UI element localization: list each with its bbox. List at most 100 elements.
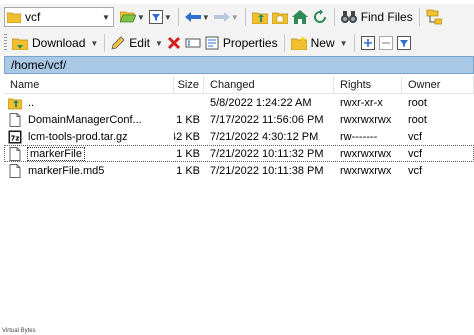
- find-files-label: Find Files: [360, 10, 413, 24]
- filter-icon: [148, 10, 163, 24]
- open-folder-button[interactable]: ▼: [118, 6, 147, 28]
- root-folder-icon: [271, 12, 288, 24]
- rename-icon: [185, 38, 201, 48]
- properties-icon: [205, 36, 219, 50]
- select-button[interactable]: [359, 32, 377, 54]
- file-changed: 7/21/2022 4:30:12 PM: [210, 130, 319, 143]
- home-icon: [291, 10, 308, 24]
- download-button[interactable]: Download ▼: [10, 32, 100, 54]
- file-name: markerFile.md5: [28, 164, 105, 177]
- file-size: [174, 94, 204, 111]
- edit-icon: [111, 36, 125, 50]
- file-name-cell: DomainManagerConf...: [4, 111, 174, 128]
- home-directory-button[interactable]: [290, 6, 310, 28]
- download-icon: [12, 38, 28, 50]
- chevron-down-icon[interactable]: ▼: [202, 13, 210, 22]
- file-name: markerFile: [27, 146, 85, 161]
- file-changed: 7/21/2022 10:11:32 PM: [210, 147, 324, 160]
- file-owner: vcf: [408, 130, 423, 143]
- file-changed: 7/21/2022 10:11:38 PM: [210, 164, 324, 177]
- folder-icon: [7, 12, 21, 23]
- file-icon: [9, 112, 21, 127]
- current-path-bar[interactable]: /home/vcf/: [4, 56, 474, 74]
- separator: [353, 34, 355, 52]
- separator: [104, 34, 106, 52]
- separator: [333, 8, 335, 26]
- file-row[interactable]: .. 5/8/2022 1:24:22 AM rwxr-xr-x root: [4, 94, 474, 111]
- file-rights: rwxrwxrwx: [340, 113, 392, 126]
- forward-button[interactable]: ▼: [212, 6, 241, 28]
- rename-button[interactable]: [183, 32, 203, 54]
- file-name-cell: markerFile: [4, 145, 174, 162]
- file-icon: [9, 163, 21, 178]
- file-size: 1 KB: [176, 113, 200, 126]
- file-name: lcm-tools-prod.tar.gz: [28, 130, 128, 143]
- properties-button[interactable]: Properties: [203, 32, 280, 54]
- separator: [177, 8, 179, 26]
- filter-button[interactable]: ▼: [147, 6, 174, 28]
- filter-box-icon: [396, 36, 411, 50]
- path-combo[interactable]: vcf ▼: [4, 7, 114, 27]
- filter-select-button[interactable]: [395, 32, 413, 54]
- properties-label: Properties: [222, 36, 278, 50]
- separator: [418, 8, 420, 26]
- tree-view-button[interactable]: [424, 6, 444, 28]
- delete-icon: [167, 36, 180, 50]
- delete-button[interactable]: [165, 32, 183, 54]
- chevron-down-icon[interactable]: ▼: [90, 39, 98, 48]
- toolbar-grip[interactable]: [4, 34, 7, 52]
- file-changed: 7/17/2022 11:56:06 PM: [210, 113, 324, 126]
- column-header-owner[interactable]: Owner: [402, 76, 474, 94]
- chevron-down-icon[interactable]: ▼: [231, 13, 239, 22]
- file-row[interactable]: DomainManagerConf... 1 KB 7/17/2022 11:5…: [4, 111, 474, 128]
- back-button[interactable]: ▼: [183, 6, 212, 28]
- parent-directory-button[interactable]: [250, 6, 270, 28]
- file-rights: rw-------: [340, 130, 378, 143]
- binoculars-icon: [340, 11, 357, 23]
- arrow-left-icon: [184, 12, 201, 22]
- current-path: /home/vcf/: [11, 58, 67, 72]
- edit-label: Edit: [129, 36, 150, 50]
- file-name-cell: ..: [4, 94, 174, 111]
- separator: [283, 34, 285, 52]
- tree-view-icon: [426, 9, 442, 25]
- arrow-right-icon: [213, 12, 230, 22]
- column-header-name[interactable]: Name: [4, 76, 174, 94]
- file-owner: vcf: [408, 164, 423, 177]
- column-header-size[interactable]: Size: [174, 76, 204, 94]
- chevron-down-icon[interactable]: ▼: [99, 8, 113, 26]
- status-bar-text: Virtual Bytes: [2, 328, 36, 334]
- minus-box-icon: [378, 36, 393, 50]
- parent-folder-icon: [8, 98, 22, 109]
- navigation-toolbar: vcf ▼ ▼ ▼ ▼ ▼ Find Files: [0, 4, 474, 30]
- file-row[interactable]: markerFile.md5 1 KB 7/21/2022 10:11:38 P…: [4, 162, 474, 179]
- file-row[interactable]: 7z lcm-tools-prod.tar.gz 300,642 KB 7/21…: [4, 128, 474, 145]
- file-name: DomainManagerConf...: [28, 113, 142, 126]
- file-name-cell: 7z lcm-tools-prod.tar.gz: [4, 128, 174, 145]
- column-header-changed[interactable]: Changed: [204, 76, 334, 94]
- chevron-down-icon[interactable]: ▼: [137, 13, 145, 22]
- file-row-selected[interactable]: markerFile 1 KB 7/21/2022 10:11:32 PM rw…: [4, 145, 474, 162]
- file-size: 1 KB: [176, 164, 200, 177]
- chevron-down-icon[interactable]: ▼: [340, 39, 348, 48]
- find-files-button[interactable]: Find Files: [339, 6, 415, 28]
- chevron-down-icon[interactable]: ▼: [155, 39, 163, 48]
- chevron-down-icon[interactable]: ▼: [164, 13, 172, 22]
- download-label: Download: [32, 36, 86, 50]
- file-icon: [9, 146, 21, 161]
- column-header-rights[interactable]: Rights: [334, 76, 402, 94]
- file-rights: rwxrwxrwx: [340, 147, 392, 160]
- refresh-icon: [313, 10, 326, 23]
- new-button[interactable]: New ▼: [289, 32, 350, 54]
- path-combo-value: vcf: [25, 10, 41, 24]
- file-changed: 5/8/2022 1:24:22 AM: [210, 96, 312, 109]
- svg-text:7z: 7z: [11, 134, 20, 142]
- refresh-button[interactable]: [310, 6, 330, 28]
- root-directory-button[interactable]: [270, 6, 290, 28]
- file-list-header: Name Size Changed Rights Owner: [4, 76, 474, 94]
- file-owner: vcf: [408, 147, 423, 160]
- file-size: 300,642 KB: [174, 130, 200, 143]
- edit-button[interactable]: Edit ▼: [109, 32, 165, 54]
- unselect-button[interactable]: [377, 32, 395, 54]
- file-rights: rwxr-xr-x: [340, 96, 383, 109]
